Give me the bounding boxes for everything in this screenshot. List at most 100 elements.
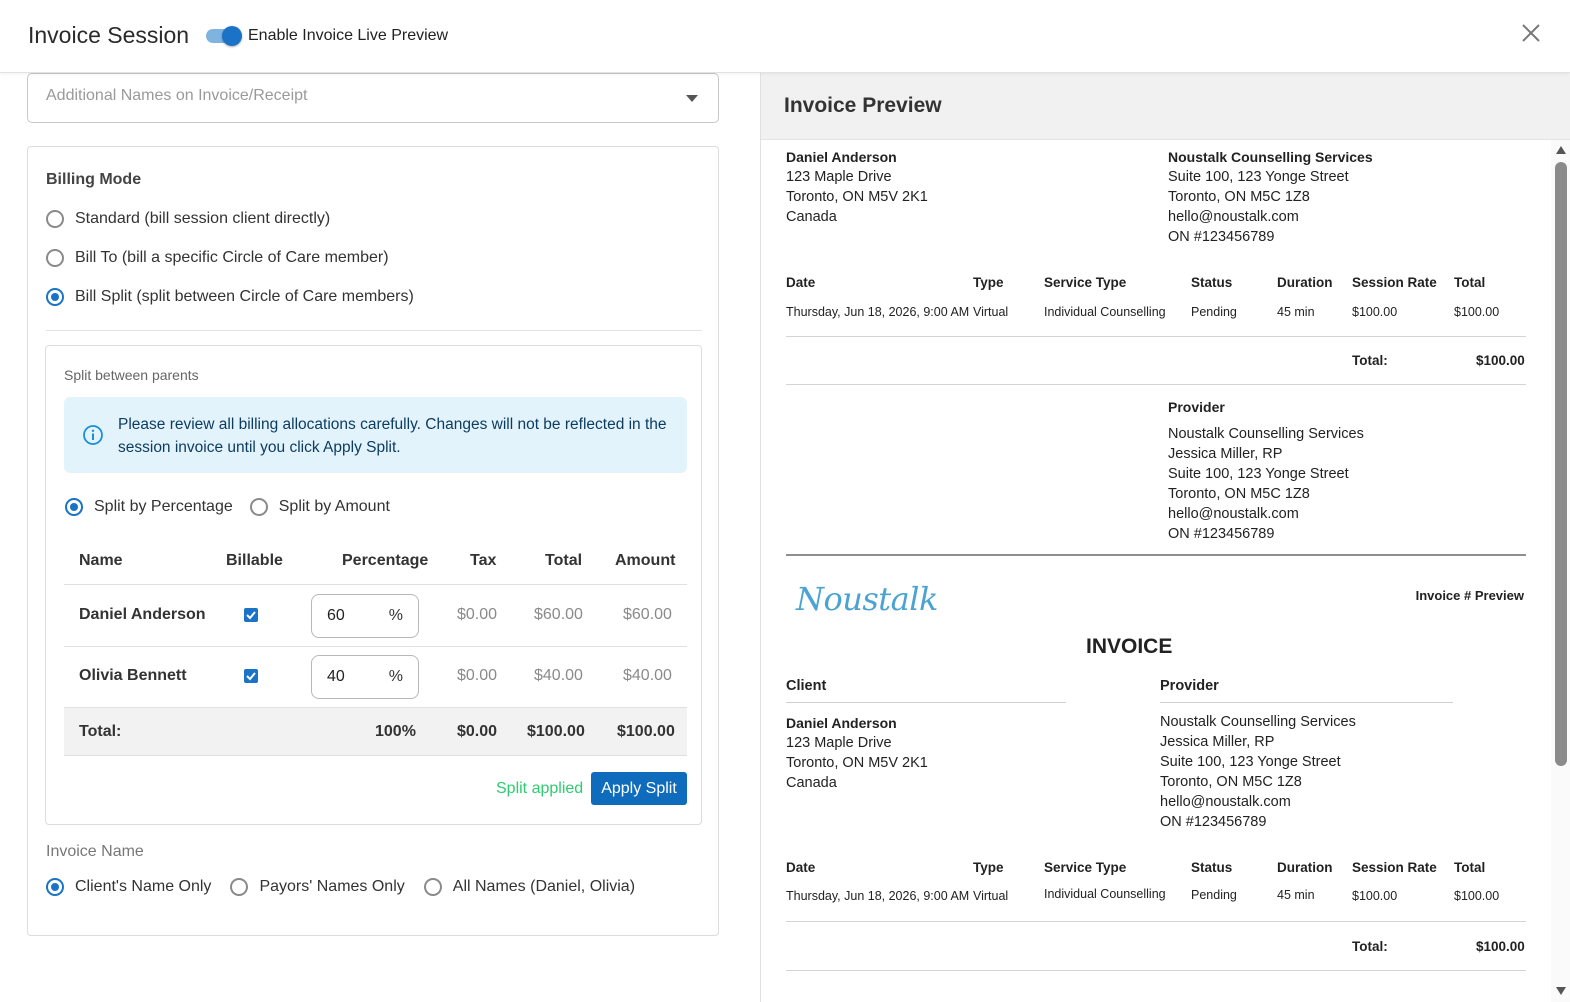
scroll-up-icon[interactable] <box>1556 146 1566 154</box>
radio-standard[interactable] <box>46 210 64 228</box>
provider-line: Suite 100, 123 Yonge Street <box>1160 754 1341 770</box>
preview-scrollbar[interactable] <box>1551 140 1570 1002</box>
divider <box>786 970 1526 971</box>
live-preview-toggle[interactable] <box>206 26 242 46</box>
total-label: Total: <box>79 723 122 740</box>
radio-client-name[interactable] <box>46 878 64 896</box>
noustalk-logo: Noustalk <box>796 580 938 618</box>
table-row: Daniel Anderson 60 % $0.00 $60.00 $60.00 <box>64 586 687 647</box>
invoice-name-all[interactable]: All Names (Daniel, Olivia) <box>423 878 636 896</box>
invoice-name-client[interactable]: Client's Name Only <box>46 878 211 896</box>
provider-block: Provider Noustalk Counselling Services J… <box>1168 397 1364 544</box>
scroll-down-icon[interactable] <box>1556 987 1566 995</box>
split-applied-status: Split applied <box>496 780 584 797</box>
col-header-total: Total <box>545 552 583 569</box>
td-type: Virtual <box>973 305 1009 319</box>
info-icon <box>82 424 104 446</box>
row-tax: $0.00 <box>457 667 498 684</box>
header-divider <box>64 584 687 585</box>
percentage-input[interactable]: 40 % <box>311 655 419 699</box>
td-session-rate: $100.00 <box>1352 889 1398 903</box>
org-line: Suite 100, 123 Yonge Street <box>1168 169 1349 185</box>
billing-option-standard[interactable]: Standard (bill session client directly) <box>46 210 330 228</box>
th-total: Total <box>1454 275 1486 290</box>
percentage-unit: % <box>388 668 403 685</box>
total-label: Total: <box>1352 353 1388 368</box>
invoice-document: Daniel Anderson 123 Maple Drive Toronto,… <box>786 140 1526 1002</box>
divider <box>1160 702 1453 703</box>
split-title: Split between parents <box>64 367 199 383</box>
billing-mode-title: Billing Mode <box>46 171 142 188</box>
invoice-provider-address: Noustalk Counselling Services Jessica Mi… <box>1160 712 1356 832</box>
invoice-name-label: Invoice Name <box>46 843 144 860</box>
row-amount: $40.00 <box>623 667 672 684</box>
split-by-percentage[interactable]: Split by Percentage <box>65 498 233 516</box>
divider <box>786 921 1526 922</box>
dialog-header: Invoice Session Enable Invoice Live Prev… <box>0 0 1570 73</box>
scroll-thumb[interactable] <box>1555 162 1567 766</box>
chevron-down-icon <box>686 95 698 102</box>
td-total: $100.00 <box>1454 305 1500 319</box>
apply-split-button[interactable]: Apply Split <box>591 772 687 805</box>
td-total: $100.00 <box>1454 889 1500 903</box>
billing-option-bill-to[interactable]: Bill To (bill a specific Circle of Care … <box>46 249 389 267</box>
radio-bill-to[interactable] <box>46 249 64 267</box>
split-by-amount[interactable]: Split by Amount <box>249 498 390 516</box>
billing-panel: Additional Names on Invoice/Receipt Bill… <box>0 73 760 1002</box>
client-line: Canada <box>786 775 837 791</box>
total-total: $100.00 <box>527 723 585 740</box>
provider-line: Jessica Miller, RP <box>1160 734 1275 750</box>
radio-bill-split[interactable] <box>46 288 64 306</box>
th-service-type: Service Type <box>1044 275 1127 290</box>
radio-split-amount[interactable] <box>249 498 268 516</box>
radio-split-percentage[interactable] <box>65 498 83 516</box>
total-percentage: 100% <box>375 723 416 740</box>
percentage-unit: % <box>388 607 403 624</box>
col-header-amount: Amount <box>615 552 676 569</box>
row-name: Daniel Anderson <box>79 606 206 623</box>
invoice-name-option-label: Client's Name Only <box>75 878 212 895</box>
org-line: ON #123456789 <box>1168 229 1275 245</box>
col-header-tax: Tax <box>470 552 497 569</box>
billable-checkbox[interactable] <box>244 669 258 683</box>
provider-line: Toronto, ON M5C 1Z8 <box>1160 774 1302 790</box>
row-total: $60.00 <box>534 606 583 623</box>
provider-line: Noustalk Counselling Services <box>1168 426 1364 442</box>
td-type: Virtual <box>973 889 1009 903</box>
invoice-name-payors[interactable]: Payors' Names Only <box>230 878 405 896</box>
invoice-name-group: Client's Name Only Payors' Names Only Al… <box>46 878 654 896</box>
invoice-name-option-label: All Names (Daniel, Olivia) <box>452 878 636 895</box>
org-address: Noustalk Counselling Services Suite 100,… <box>1168 147 1373 247</box>
th-date: Date <box>786 860 816 875</box>
divider <box>786 384 1526 385</box>
td-service-type: Individual Counselling <box>1044 305 1166 319</box>
billable-checkbox[interactable] <box>244 608 258 622</box>
billing-option-label: Standard (bill session client directly) <box>75 210 331 227</box>
td-duration: 45 min <box>1277 305 1315 319</box>
provider-line: Suite 100, 123 Yonge Street <box>1168 466 1349 482</box>
th-duration: Duration <box>1277 860 1333 875</box>
th-status: Status <box>1191 860 1233 875</box>
provider-line: hello@noustalk.com <box>1160 794 1291 810</box>
split-mode-group: Split by Percentage Split by Amount <box>65 498 407 516</box>
row-name: Olivia Bennett <box>79 667 187 684</box>
billing-mode-card: Billing Mode Standard (bill session clie… <box>27 146 719 936</box>
billing-option-label: Bill Split (split between Circle of Care… <box>75 288 414 305</box>
additional-names-select[interactable]: Additional Names on Invoice/Receipt <box>27 73 719 123</box>
td-date: Thursday, Jun 18, 2026, 9:00 AM <box>786 305 970 319</box>
td-status: Pending <box>1191 888 1237 902</box>
radio-payors-names[interactable] <box>230 878 249 896</box>
td-session-rate: $100.00 <box>1352 305 1398 319</box>
row-amount: $60.00 <box>623 606 672 623</box>
billing-option-bill-split[interactable]: Bill Split (split between Circle of Care… <box>46 288 414 306</box>
client-name: Daniel Anderson <box>786 715 897 731</box>
percentage-input[interactable]: 60 % <box>311 594 419 638</box>
td-duration: 45 min <box>1277 888 1315 902</box>
radio-all-names[interactable] <box>423 878 442 896</box>
col-header-percentage: Percentage <box>342 552 429 569</box>
close-icon[interactable] <box>1518 20 1544 46</box>
col-header-name: Name <box>79 552 123 569</box>
provider-line: ON #123456789 <box>1168 526 1275 542</box>
client-line: 123 Maple Drive <box>786 169 892 185</box>
invoice-client-address: Daniel Anderson 123 Maple Drive Toronto,… <box>786 713 928 793</box>
